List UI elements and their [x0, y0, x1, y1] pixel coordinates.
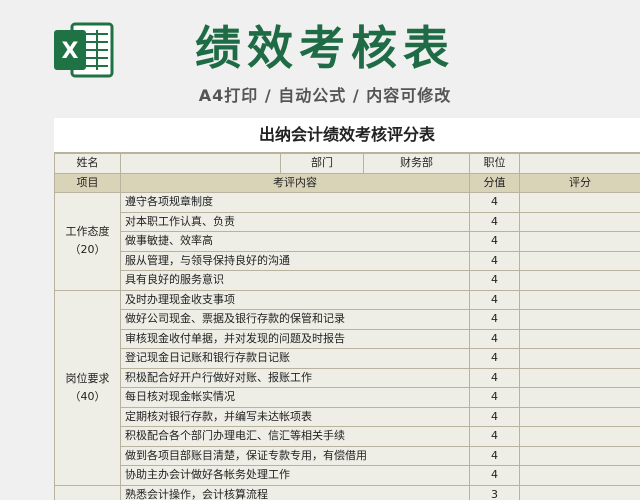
score-value: 4: [469, 406, 520, 427]
score-value: 4: [469, 309, 520, 330]
evaluation-table: 姓名 部门 财务部 职位 项目 考评内容 分值 评分 工作态度 （20） 遵守各项规…: [54, 153, 640, 500]
evaluation-row: 服从管理，与领导保持良好的沟通 4: [55, 250, 640, 271]
score-value: 4: [469, 445, 520, 466]
score-value: 4: [469, 192, 520, 213]
column-header-row: 项目 考评内容 分值 评分: [54, 172, 640, 193]
criterion-text: 熟悉会计操作，会计核算流程: [120, 484, 470, 500]
evaluation-row: 积极配合各个部门办理电汇、信汇等相关手续 4: [55, 426, 640, 447]
evaluation-row: 做到各项目部账目清楚，保证专款专用，有偿借用 4: [55, 445, 640, 466]
evaluation-row: 岗位要求 （40） 及时办理现金收支事项 4: [54, 289, 640, 486]
category-cell: 岗位要求 （40）: [54, 289, 121, 486]
category-cell: 工作态度 （20）: [54, 192, 121, 291]
criterion-text: 定期核对银行存款，并编写未达帐项表: [120, 406, 470, 427]
spreadsheet-preview: 出纳会计绩效考核评分表 姓名 部门 财务部 职位 项目 考评内容 分值 评分 工…: [54, 118, 640, 500]
col-score-header: 分值: [469, 172, 520, 193]
score-value: 4: [469, 426, 520, 447]
score-value: 4: [469, 348, 520, 369]
evaluation-row: 登记现金日记账和银行存款日记账 4: [55, 348, 640, 369]
rating-input-cell[interactable]: [519, 250, 640, 271]
rating-input-cell[interactable]: [519, 348, 640, 369]
score-value: 4: [469, 465, 520, 486]
criterion-text: 遵守各项规章制度: [120, 192, 470, 213]
criterion-text: 服从管理，与领导保持良好的沟通: [120, 250, 470, 271]
score-value: 4: [469, 231, 520, 252]
score-value: 4: [469, 328, 520, 349]
evaluation-row: 做好公司现金、票据及银行存款的保管和记录 4: [55, 309, 640, 330]
col-rating-header: 评分: [519, 172, 640, 193]
criterion-text: 积极配合好开户行做好对账、报账工作: [120, 367, 470, 388]
name-label: 姓名: [54, 153, 121, 174]
col-item-header: 项目: [54, 172, 121, 193]
rating-input-cell[interactable]: [519, 406, 640, 427]
evaluation-row: 工作态度 （20） 遵守各项规章制度 4: [54, 192, 640, 291]
score-value: 3: [469, 484, 520, 500]
rating-input-cell[interactable]: [519, 289, 640, 310]
evaluation-row: 每日核对现金帐实情况 4: [55, 387, 640, 408]
name-value-cell[interactable]: [120, 153, 281, 174]
score-value: 4: [469, 211, 520, 232]
rating-input-cell[interactable]: [519, 309, 640, 330]
rating-input-cell[interactable]: [519, 367, 640, 388]
criterion-text: 审核现金收付单据，并对发现的问题及时报告: [120, 328, 470, 349]
evaluation-row: 定期核对银行存款，并编写未达帐项表 4: [55, 406, 640, 427]
evaluation-row: 做事敏捷、效率高 4: [55, 231, 640, 252]
position-value-cell[interactable]: [519, 153, 640, 174]
rating-input-cell[interactable]: [519, 211, 640, 232]
col-content-header: 考评内容: [120, 172, 470, 193]
category-weight: （40）: [69, 389, 106, 403]
rating-input-cell[interactable]: [519, 465, 640, 486]
criterion-text: 登记现金日记账和银行存款日记账: [120, 348, 470, 369]
criterion-text: 及时办理现金收支事项: [120, 289, 470, 310]
criterion-text: 做好公司现金、票据及银行存款的保管和记录: [120, 309, 470, 330]
criterion-text: 做到各项目部账目清楚，保证专款专用，有偿借用: [120, 445, 470, 466]
rating-input-cell[interactable]: [519, 270, 640, 291]
category-name: 工作态度: [65, 225, 110, 239]
criterion-text: 对本职工作认真、负责: [120, 211, 470, 232]
page-title: 绩效考核表: [195, 21, 455, 75]
rating-input-cell[interactable]: [519, 192, 640, 213]
sheet-title: 出纳会计绩效考核评分表: [54, 118, 640, 153]
score-value: 4: [469, 250, 520, 271]
rating-input-cell[interactable]: [519, 231, 640, 252]
excel-icon: X: [54, 22, 114, 78]
evaluation-row: 协助主办会计做好各帐务处理工作 4: [55, 465, 640, 486]
evaluation-row: 熟悉会计操作，会计核算流程 3: [54, 484, 640, 500]
score-value: 4: [469, 367, 520, 388]
score-value: 4: [469, 270, 520, 291]
score-value: 4: [469, 289, 520, 310]
rating-input-cell[interactable]: [519, 445, 640, 466]
dept-label: 部门: [280, 153, 364, 174]
criterion-text: 具有良好的服务意识: [120, 270, 470, 291]
criterion-text: 每日核对现金帐实情况: [120, 387, 470, 408]
evaluation-row: 对本职工作认真、负责 4: [55, 211, 640, 232]
criterion-text: 做事敏捷、效率高: [120, 231, 470, 252]
evaluation-row: 积极配合好开户行做好对账、报账工作 4: [55, 367, 640, 388]
criterion-text: 协助主办会计做好各帐务处理工作: [120, 465, 470, 486]
score-value: 4: [469, 387, 520, 408]
category-cell: [54, 484, 121, 500]
rating-input-cell[interactable]: [519, 387, 640, 408]
dept-value[interactable]: 财务部: [363, 153, 470, 174]
evaluation-row: 审核现金收付单据，并对发现的问题及时报告 4: [55, 328, 640, 349]
criterion-text: 积极配合各个部门办理电汇、信汇等相关手续: [120, 426, 470, 447]
position-label: 职位: [469, 153, 520, 174]
info-row: 姓名 部门 财务部 职位: [54, 153, 640, 174]
evaluation-row: 具有良好的服务意识 4: [55, 270, 640, 291]
category-weight: （20）: [69, 243, 106, 257]
rating-input-cell[interactable]: [519, 426, 640, 447]
rating-input-cell[interactable]: [519, 484, 640, 500]
category-name: 岗位要求: [65, 371, 110, 385]
banner-header: X 绩效考核表 A4打印 / 自动公式 / 内容可修改: [0, 0, 640, 118]
rating-input-cell[interactable]: [519, 328, 640, 349]
page-subtitle: A4打印 / 自动公式 / 内容可修改: [198, 86, 452, 105]
excel-letter: X: [62, 39, 79, 64]
